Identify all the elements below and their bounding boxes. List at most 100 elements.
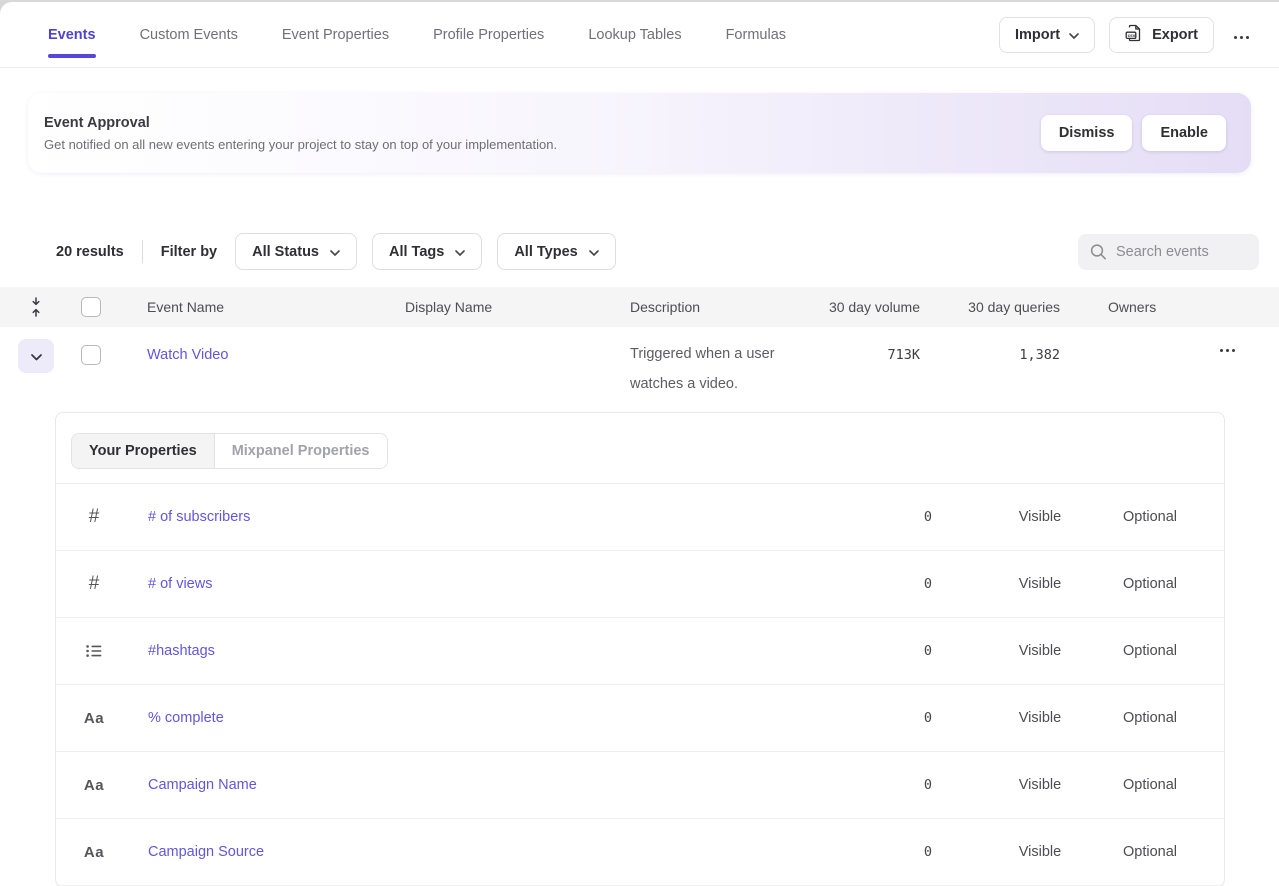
event-30-day-queries: 1,382: [920, 345, 1060, 365]
number-type-icon: #: [84, 506, 104, 528]
column-description: Description: [630, 299, 820, 315]
banner-actions: Dismiss Enable: [1041, 115, 1226, 151]
tags-filter-dropdown[interactable]: All Tags: [372, 233, 482, 270]
property-visibility: Visible: [980, 844, 1100, 860]
column-display-name: Display Name: [405, 299, 630, 315]
property-name-link[interactable]: # of subscribers: [148, 509, 250, 525]
vertical-divider: [142, 240, 143, 263]
column-30-day-queries: 30 day queries: [920, 299, 1060, 315]
tab-event-properties[interactable]: Event Properties: [282, 2, 389, 67]
chevron-down-icon: [455, 244, 465, 260]
property-value: 0: [872, 710, 932, 726]
export-button[interactable]: csv Export: [1109, 17, 1214, 53]
column-30-day-volume: 30 day volume: [820, 299, 920, 315]
enable-button[interactable]: Enable: [1142, 115, 1226, 151]
text-type-icon: Aa: [84, 710, 104, 727]
property-value: 0: [872, 576, 932, 592]
chevron-down-icon: [589, 244, 599, 260]
event-description: Triggered when a user watches a video.: [630, 340, 820, 399]
property-value: 0: [872, 509, 932, 525]
text-type-icon: Aa: [84, 844, 104, 861]
table-header-row: Event Name Display Name Description 30 d…: [0, 287, 1279, 327]
property-requirement: Optional: [1100, 710, 1200, 726]
search-icon: [1090, 243, 1107, 260]
property-name-link[interactable]: # of views: [148, 576, 212, 592]
row-menu-button[interactable]: [1200, 349, 1279, 352]
column-event-name: Event Name: [147, 299, 405, 315]
header-actions: Import csv Export: [999, 17, 1255, 53]
results-count: 20 results: [56, 244, 124, 260]
top-nav: Events Custom Events Event Properties Pr…: [0, 2, 1279, 68]
property-row: Aa Campaign Source 0 Visible Optional: [56, 819, 1224, 886]
ellipsis-icon: [1234, 36, 1249, 39]
banner-text: Event Approval Get notified on all new e…: [44, 115, 557, 152]
tab-mixpanel-properties[interactable]: Mixpanel Properties: [215, 434, 387, 468]
chevron-down-icon: [1069, 27, 1079, 43]
tab-profile-properties[interactable]: Profile Properties: [433, 2, 544, 67]
types-filter-dropdown[interactable]: All Types: [497, 233, 615, 270]
chevron-down-icon: [31, 349, 42, 364]
tags-filter-label: All Tags: [389, 244, 444, 260]
property-row: # # of subscribers 0 Visible Optional: [56, 484, 1224, 551]
event-approval-banner: Event Approval Get notified on all new e…: [28, 93, 1251, 173]
more-menu-button[interactable]: [1228, 19, 1255, 50]
chevron-down-icon: [330, 244, 340, 260]
property-row: #hashtags 0 Visible Optional: [56, 618, 1224, 685]
property-name-link[interactable]: #hashtags: [148, 643, 215, 659]
dismiss-button[interactable]: Dismiss: [1041, 115, 1133, 151]
event-properties-panel: Your Properties Mixpanel Properties # # …: [55, 412, 1225, 886]
property-row: # # of views 0 Visible Optional: [56, 551, 1224, 618]
search-box: [1078, 234, 1259, 270]
svg-text:csv: csv: [1128, 32, 1136, 37]
collapse-row-button[interactable]: [18, 339, 54, 373]
property-row: Aa % complete 0 Visible Optional: [56, 685, 1224, 752]
tab-custom-events[interactable]: Custom Events: [140, 2, 238, 67]
property-visibility: Visible: [980, 643, 1100, 659]
filter-bar: 20 results Filter by All Status All Tags…: [56, 233, 1259, 270]
banner-description: Get notified on all new events entering …: [44, 137, 557, 152]
property-value: 0: [872, 844, 932, 860]
filter-by-label: Filter by: [161, 244, 217, 260]
event-30-day-volume: 713K: [820, 345, 920, 365]
property-name-link[interactable]: % complete: [148, 710, 224, 726]
property-value: 0: [872, 777, 932, 793]
banner-title: Event Approval: [44, 115, 557, 131]
row-checkbox[interactable]: [81, 345, 101, 365]
property-name-link[interactable]: Campaign Source: [148, 844, 264, 860]
csv-file-icon: csv: [1125, 24, 1143, 46]
property-requirement: Optional: [1100, 509, 1200, 525]
tab-lookup-tables[interactable]: Lookup Tables: [588, 2, 681, 67]
property-visibility: Visible: [980, 509, 1100, 525]
list-type-icon: [84, 644, 104, 658]
property-requirement: Optional: [1100, 777, 1200, 793]
column-owners: Owners: [1108, 299, 1200, 315]
property-requirement: Optional: [1100, 576, 1200, 592]
property-visibility: Visible: [980, 576, 1100, 592]
lexicon-app: Events Custom Events Event Properties Pr…: [0, 2, 1279, 886]
event-name-link[interactable]: Watch Video: [147, 345, 405, 365]
ellipsis-icon: [1220, 349, 1235, 352]
export-label: Export: [1152, 27, 1198, 43]
tab-events[interactable]: Events: [48, 2, 96, 67]
property-requirement: Optional: [1100, 643, 1200, 659]
status-filter-label: All Status: [252, 244, 319, 260]
import-button[interactable]: Import: [999, 17, 1095, 53]
event-row-watch-video: Watch Video Triggered when a user watche…: [0, 327, 1279, 404]
select-all-checkbox[interactable]: [81, 297, 101, 317]
property-value: 0: [872, 643, 932, 659]
property-visibility: Visible: [980, 710, 1100, 726]
tab-formulas[interactable]: Formulas: [726, 2, 786, 67]
collapse-rows-icon[interactable]: [18, 296, 54, 318]
number-type-icon: #: [84, 573, 104, 595]
properties-tab-group: Your Properties Mixpanel Properties: [56, 413, 1224, 484]
tab-your-properties[interactable]: Your Properties: [72, 434, 215, 468]
property-visibility: Visible: [980, 777, 1100, 793]
text-type-icon: Aa: [84, 777, 104, 794]
nav-tabs: Events Custom Events Event Properties Pr…: [48, 2, 786, 67]
properties-list: # # of subscribers 0 Visible Optional # …: [56, 484, 1224, 886]
property-requirement: Optional: [1100, 844, 1200, 860]
types-filter-label: All Types: [514, 244, 577, 260]
property-name-link[interactable]: Campaign Name: [148, 777, 257, 793]
property-row: Aa Campaign Name 0 Visible Optional: [56, 752, 1224, 819]
status-filter-dropdown[interactable]: All Status: [235, 233, 357, 270]
